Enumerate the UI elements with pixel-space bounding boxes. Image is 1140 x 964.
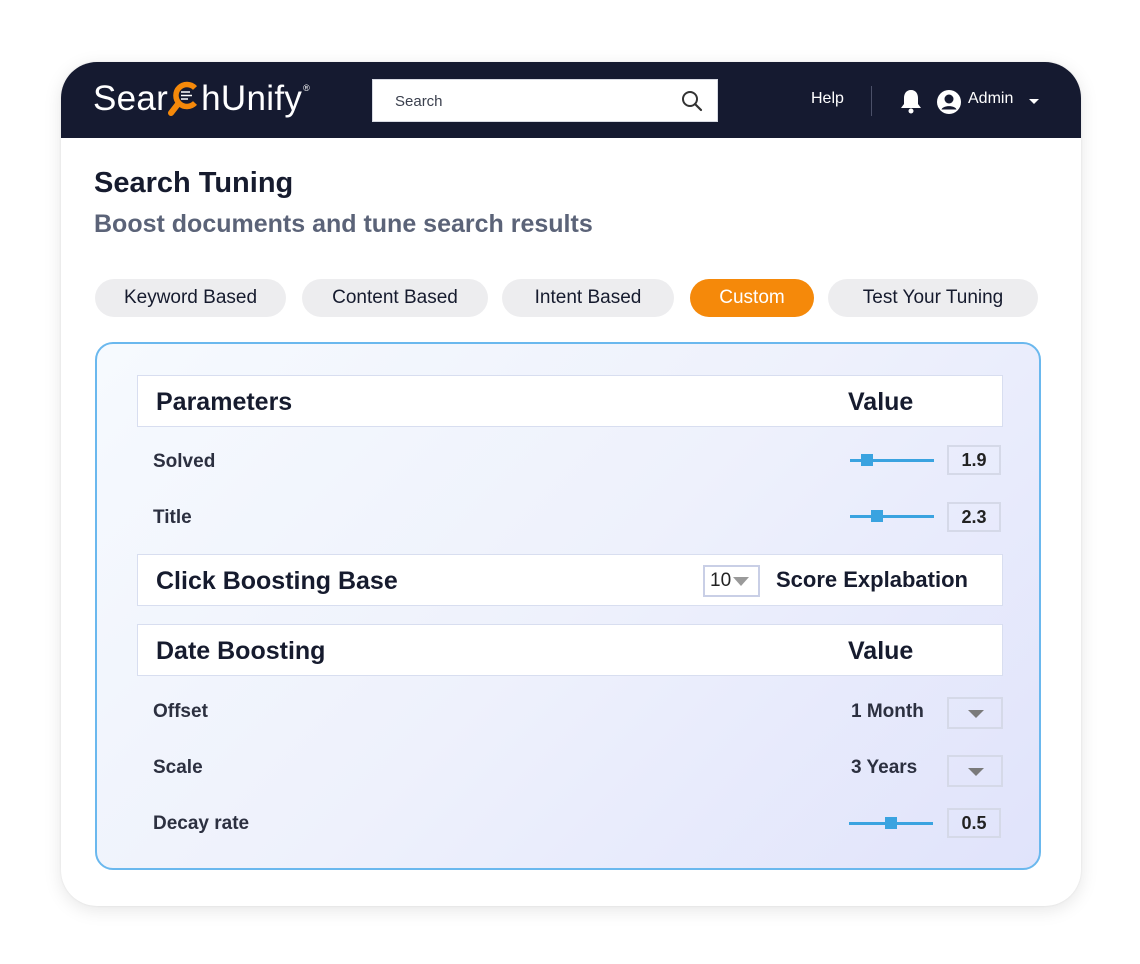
title-value-input[interactable]: 2.3 xyxy=(947,502,1001,532)
searchunify-logo[interactable]: Sear hUnify ® xyxy=(93,79,310,119)
parameters-header: Parameters Value xyxy=(137,375,1003,427)
parameters-heading: Parameters xyxy=(156,388,293,416)
score-explanation-link[interactable]: Score Explabation xyxy=(776,567,968,593)
slider-thumb[interactable] xyxy=(885,817,897,829)
value-heading: Value xyxy=(848,388,914,416)
app-window: Sear hUnify ® Help xyxy=(61,62,1081,906)
top-navbar: Sear hUnify ® Help xyxy=(61,62,1081,138)
logo-text-start: Sear xyxy=(93,79,169,118)
header-divider xyxy=(871,86,872,116)
scale-value: 3 Years xyxy=(851,757,918,778)
click-boosting-row: Click Boosting Base 10 Score Explabation xyxy=(137,554,1003,606)
page-title: Search Tuning xyxy=(94,167,294,199)
tab-keyword-based[interactable]: Keyword Based xyxy=(95,279,286,317)
logo-text-end: hUnify xyxy=(201,79,303,118)
title-slider[interactable] xyxy=(850,508,934,524)
user-circle-icon[interactable] xyxy=(936,89,962,115)
value-heading: Value xyxy=(848,637,914,665)
scale-label: Scale xyxy=(153,757,203,778)
click-boosting-heading: Click Boosting Base xyxy=(156,567,398,595)
click-boosting-base-value: 10 xyxy=(710,570,732,591)
param-label-title: Title xyxy=(153,507,192,528)
tab-intent-based[interactable]: Intent Based xyxy=(502,279,674,317)
caret-down-icon xyxy=(968,710,984,718)
tab-custom[interactable]: Custom xyxy=(690,279,814,317)
user-menu-label[interactable]: Admin xyxy=(968,90,1013,108)
slider-track xyxy=(850,515,934,518)
registered-mark: ® xyxy=(303,83,311,93)
decay-rate-value-input[interactable]: 0.5 xyxy=(947,808,1001,838)
solved-slider[interactable] xyxy=(850,452,934,468)
custom-tuning-panel: Parameters Value Solved 1.9 Title 2.3 Cl… xyxy=(95,342,1041,870)
tab-test-your-tuning[interactable]: Test Your Tuning xyxy=(828,279,1038,317)
page-subtitle: Boost documents and tune search results xyxy=(94,210,593,238)
date-boosting-header: Date Boosting Value xyxy=(137,624,1003,676)
slider-thumb[interactable] xyxy=(870,510,883,522)
solved-value-input[interactable]: 1.9 xyxy=(947,445,1001,475)
caret-down-icon xyxy=(733,576,750,586)
offset-label: Offset xyxy=(153,701,208,722)
search-input[interactable] xyxy=(393,80,677,123)
search-bar[interactable] xyxy=(372,79,718,123)
offset-value: 1 Month xyxy=(851,701,924,722)
param-label-solved: Solved xyxy=(153,451,216,472)
help-link[interactable]: Help xyxy=(811,90,844,108)
caret-down-icon xyxy=(968,768,984,776)
date-boosting-heading: Date Boosting xyxy=(156,637,326,665)
slider-thumb[interactable] xyxy=(860,454,873,466)
decay-rate-slider[interactable] xyxy=(849,815,933,831)
caret-down-icon[interactable] xyxy=(1029,99,1039,104)
tab-content-based[interactable]: Content Based xyxy=(302,279,488,317)
bell-icon[interactable] xyxy=(899,88,923,114)
click-boosting-base-select[interactable]: 10 xyxy=(703,565,760,597)
scale-dropdown[interactable] xyxy=(947,755,1003,787)
logo-magnifier-icon xyxy=(168,79,202,119)
offset-dropdown[interactable] xyxy=(947,697,1003,729)
search-icon[interactable] xyxy=(681,90,703,112)
decay-rate-label: Decay rate xyxy=(153,813,250,834)
